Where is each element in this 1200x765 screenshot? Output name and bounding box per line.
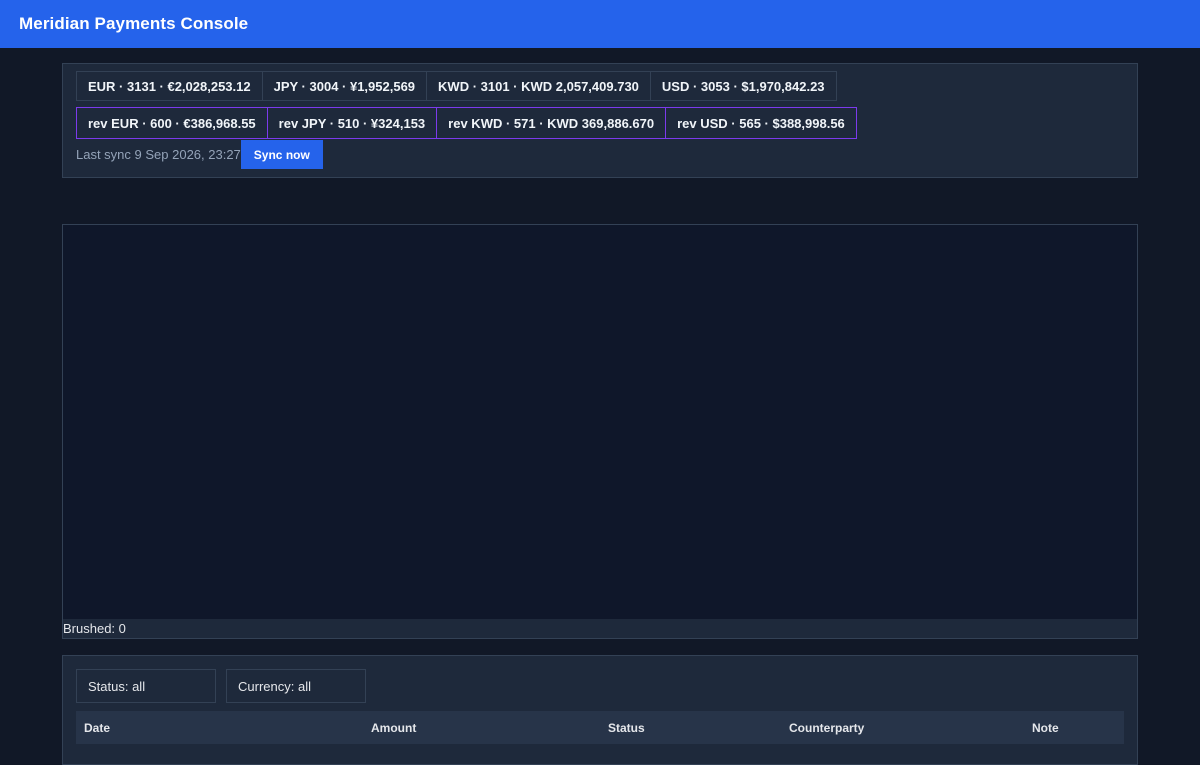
brushed-count: Brushed: 0 <box>63 621 126 636</box>
column-header-counterparty[interactable]: Counterparty <box>782 721 1025 735</box>
reversal-chip-jpy[interactable]: rev JPY · 510 · ¥324,153 <box>266 107 438 139</box>
total-chip-kwd[interactable]: KWD · 3101 · KWD 2,057,409.730 <box>426 71 651 101</box>
total-chip-eur[interactable]: EUR · 3131 · €2,028,253.12 <box>76 71 263 101</box>
column-header-date[interactable]: Date <box>76 721 364 735</box>
total-chip-jpy[interactable]: JPY · 3004 · ¥1,952,569 <box>261 71 428 101</box>
brush-status: Brushed: 0 <box>63 619 1137 638</box>
sync-now-button[interactable]: Sync now <box>240 140 323 169</box>
reversal-chip-eur[interactable]: rev EUR · 600 · €386,968.55 <box>76 107 268 139</box>
sync-row: Last sync 9 Sep 2026, 23:27 Sync now <box>76 140 1124 169</box>
reversal-chip-usd[interactable]: rev USD · 565 · $388,998.56 <box>665 107 857 139</box>
filter-row: Status: all Currency: all <box>76 669 1124 703</box>
status-filter[interactable]: Status: all <box>76 669 216 703</box>
last-sync-text: Last sync 9 Sep 2026, 23:27 <box>76 147 241 162</box>
column-header-amount[interactable]: Amount <box>364 721 601 735</box>
chart-panel: Brushed: 0 <box>62 224 1138 639</box>
app-header: Meridian Payments Console <box>0 0 1200 48</box>
reversal-chip-kwd[interactable]: rev KWD · 571 · KWD 369,886.670 <box>436 107 667 139</box>
column-header-status[interactable]: Status <box>601 721 782 735</box>
chart-brush-area[interactable] <box>63 225 1137 619</box>
total-chip-usd[interactable]: USD · 3053 · $1,970,842.23 <box>649 71 837 101</box>
currency-totals-row: EUR · 3131 · €2,028,253.12 JPY · 3004 · … <box>76 71 1124 101</box>
transactions-panel: Status: all Currency: all Date Amount St… <box>62 655 1138 765</box>
table-header-row: Date Amount Status Counterparty Note <box>76 711 1124 744</box>
summary-panel: EUR · 3131 · €2,028,253.12 JPY · 3004 · … <box>62 63 1138 178</box>
reversal-totals-row: rev EUR · 600 · €386,968.55 rev JPY · 51… <box>76 107 1124 139</box>
column-header-note[interactable]: Note <box>1025 721 1124 735</box>
app-title: Meridian Payments Console <box>19 14 249 33</box>
currency-filter[interactable]: Currency: all <box>226 669 366 703</box>
